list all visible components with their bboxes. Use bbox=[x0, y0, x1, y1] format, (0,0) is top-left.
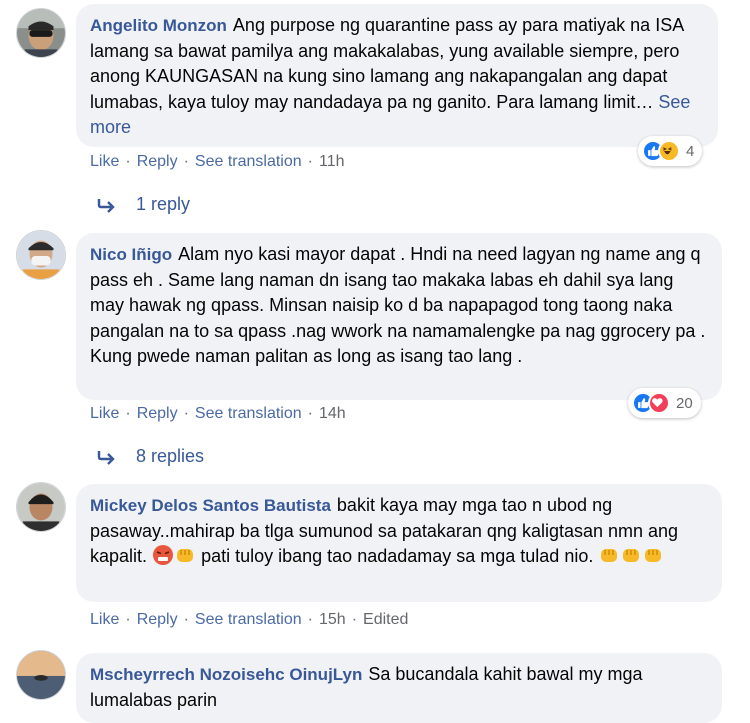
see-translation-link[interactable]: See translation bbox=[195, 405, 302, 422]
separator: · bbox=[307, 405, 313, 422]
separator: · bbox=[351, 611, 358, 628]
comment-author[interactable]: Mickey Delos Santos Bautista bbox=[90, 496, 331, 515]
comment-timestamp[interactable]: 15h bbox=[319, 611, 346, 628]
avatar-photo bbox=[17, 651, 65, 699]
reply-button[interactable]: Reply bbox=[137, 153, 178, 170]
separator: · bbox=[125, 405, 131, 422]
angry-face-emoji-icon bbox=[153, 545, 174, 565]
separator: · bbox=[125, 611, 131, 628]
reaction-summary[interactable]: 4 bbox=[638, 136, 703, 166]
comment-bubble: Nico Iñigo Alam nyo kasi mayor dapat . Hn… bbox=[76, 233, 722, 400]
reaction-summary[interactable]: 20 bbox=[628, 388, 701, 418]
comment-author[interactable]: Nico Iñigo bbox=[90, 245, 172, 264]
comment-author[interactable]: Mscheyrrech Nozoisehc OinujLyn bbox=[90, 665, 362, 684]
separator: · bbox=[125, 153, 131, 170]
reply-count-label: 1 reply bbox=[136, 194, 191, 214]
comment-timestamp[interactable]: 14h bbox=[319, 405, 346, 422]
avatar[interactable] bbox=[16, 230, 66, 280]
separator: · bbox=[183, 405, 189, 422]
reply-button[interactable]: Reply bbox=[137, 611, 178, 628]
view-replies-link[interactable]: 1 reply bbox=[96, 194, 190, 215]
separator: · bbox=[183, 611, 189, 628]
haha-reaction-icon bbox=[658, 140, 680, 162]
reply-arrow-icon bbox=[97, 198, 115, 213]
fist-emoji-icon bbox=[177, 549, 194, 562]
comment-actions: Like · Reply · See translation · 11h bbox=[90, 153, 345, 171]
reply-count-label: 8 replies bbox=[136, 446, 205, 466]
separator: · bbox=[183, 153, 189, 170]
separator: · bbox=[307, 611, 313, 628]
like-button[interactable]: Like bbox=[90, 611, 119, 628]
like-button[interactable]: Like bbox=[90, 153, 119, 170]
see-translation-link[interactable]: See translation bbox=[195, 153, 302, 170]
comment-actions: Like · Reply · See translation · 14h bbox=[90, 405, 346, 423]
reply-button[interactable]: Reply bbox=[137, 405, 178, 422]
separator: · bbox=[307, 153, 313, 170]
reaction-count: 20 bbox=[676, 394, 693, 412]
avatar[interactable] bbox=[16, 650, 66, 700]
comment-bubble: Mickey Delos Santos Bautista bakit kaya m… bbox=[76, 484, 722, 602]
fist-emoji-icon bbox=[645, 549, 662, 562]
reply-arrow-icon bbox=[97, 450, 115, 465]
comment-timestamp[interactable]: 11h bbox=[319, 153, 345, 170]
comment-text: pati tuloy ibang tao nadadamay sa mga tu… bbox=[201, 546, 594, 566]
like-button[interactable]: Like bbox=[90, 405, 119, 422]
comment-bubble: Mscheyrrech Nozoisehc OinujLyn Sa bucanda… bbox=[76, 653, 722, 723]
avatar-photo bbox=[17, 231, 65, 279]
avatar-photo bbox=[17, 9, 65, 57]
avatar-photo bbox=[17, 483, 65, 531]
see-translation-link[interactable]: See translation bbox=[195, 611, 302, 628]
edited-label: Edited bbox=[363, 611, 409, 628]
comment-bubble: Angelito Monzon Ang purpose ng quarantine… bbox=[76, 4, 718, 147]
love-reaction-icon bbox=[648, 392, 670, 414]
fist-emoji-icon bbox=[601, 549, 618, 562]
fist-emoji-icon bbox=[623, 549, 640, 562]
comment-actions: Like · Reply · See translation · 15h · Edited bbox=[90, 611, 408, 629]
view-replies-link[interactable]: 8 replies bbox=[96, 446, 204, 467]
comment-text: Alam nyo kasi mayor dapat . Hndi na need… bbox=[90, 244, 706, 366]
reaction-count: 4 bbox=[686, 142, 695, 160]
avatar[interactable] bbox=[16, 482, 66, 532]
avatar[interactable] bbox=[16, 8, 66, 58]
comment-author[interactable]: Angelito Monzon bbox=[90, 16, 227, 35]
